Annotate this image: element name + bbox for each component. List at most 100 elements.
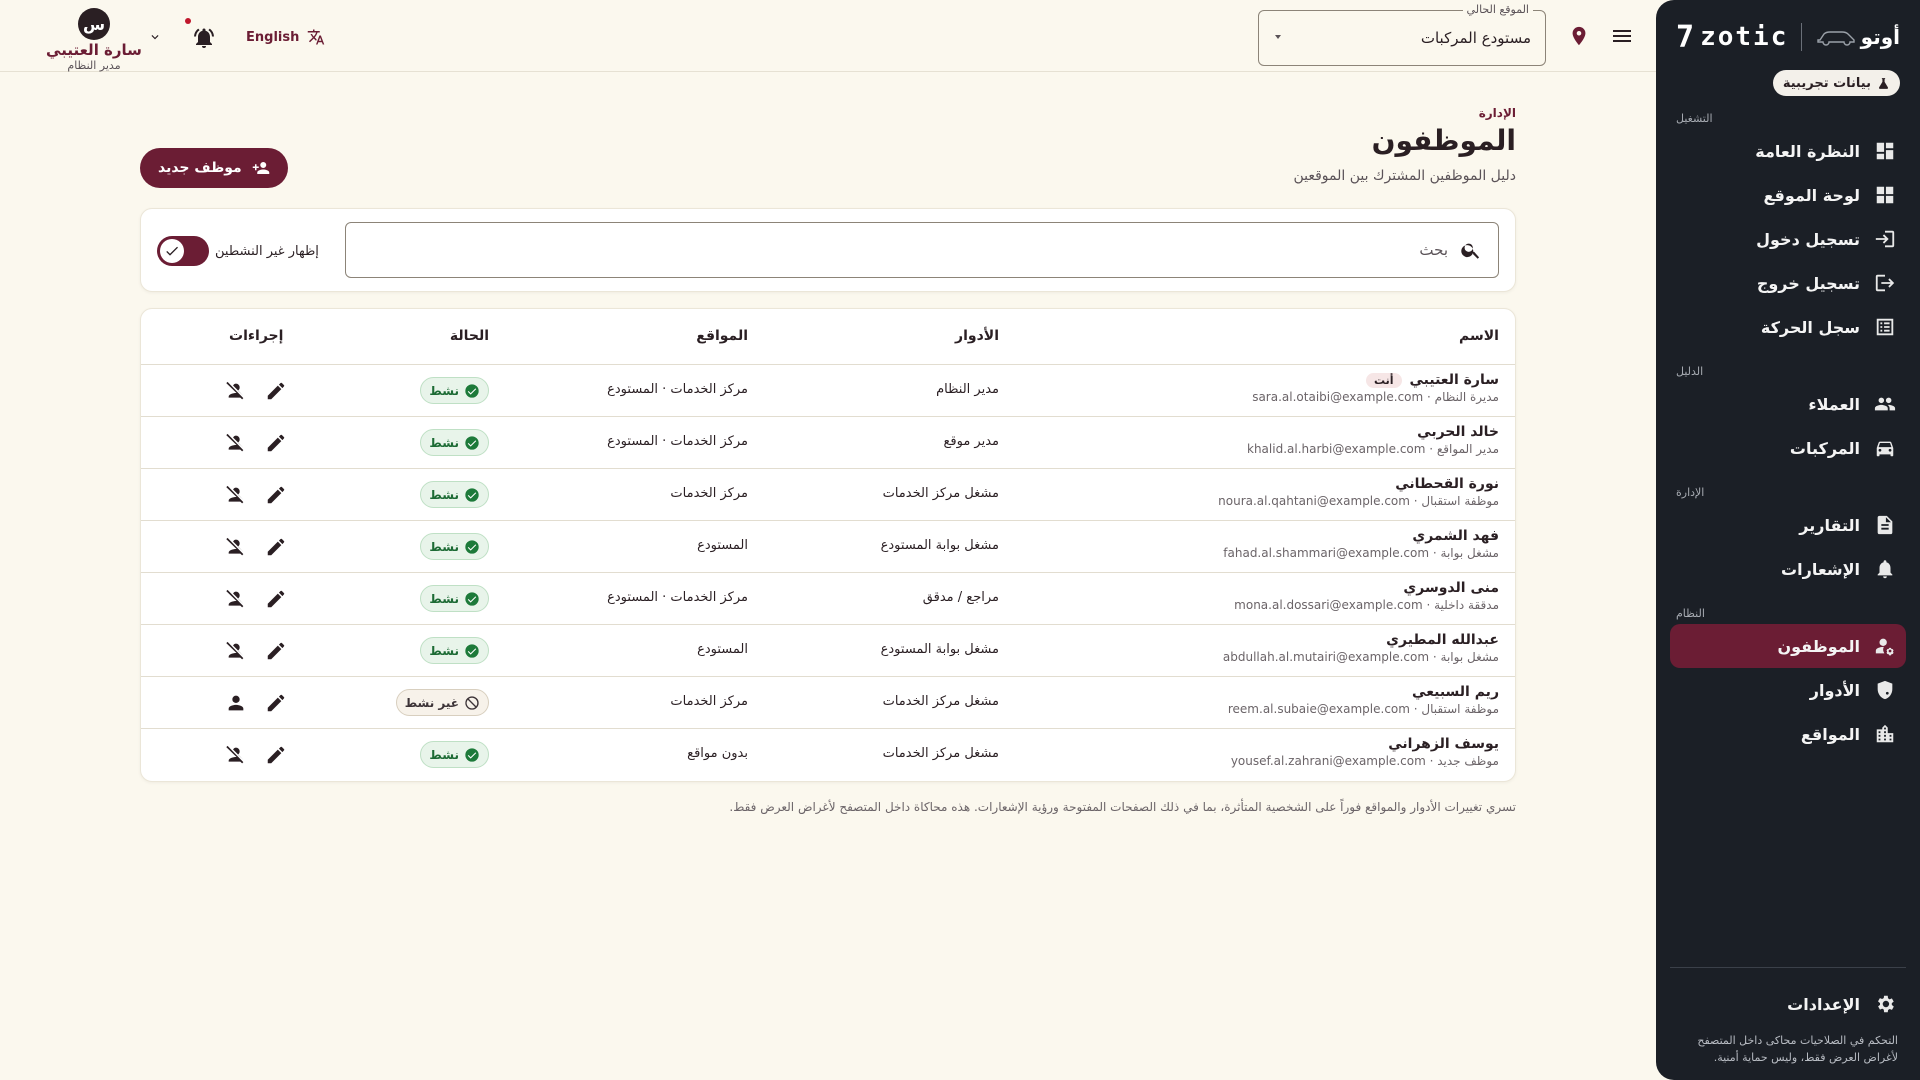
check-circle-icon: [465, 487, 479, 502]
car-icon: [1816, 31, 1855, 46]
employee-sites: مركز الخدمات · المستودع: [607, 382, 748, 397]
car-icon: [1876, 441, 1894, 457]
row-actions: [225, 432, 287, 454]
person-off-icon[interactable]: [225, 432, 247, 454]
employee-cell: نورة القحطاني موظفة استقبال · noura.al.qa…: [1218, 476, 1499, 508]
employee-sites: مركز الخدمات · المستودع: [607, 590, 748, 605]
employee-name: خالد الحربي: [1417, 424, 1499, 440]
employee-role: مدير موقع: [943, 434, 999, 449]
table-row: منى الدوسري مدققة داخلية · mona.al.dossar…: [141, 573, 1515, 625]
edit-icon[interactable]: [265, 692, 287, 714]
table-row: نورة القحطاني موظفة استقبال · noura.al.qa…: [141, 469, 1515, 521]
employee-cell: خالد الحربي مدير المواقع · khalid.al.harb…: [1247, 424, 1499, 456]
employee-role: مشغل بوابة المستودع: [880, 642, 999, 657]
sidebar-item-site-board[interactable]: لوحة الموقع: [1670, 173, 1906, 217]
table-row: فهد الشمري مشغل بوابة · fahad.al.shammari…: [141, 521, 1515, 573]
bell-icon[interactable]: [192, 26, 216, 50]
new-employee-button[interactable]: موظف جديد: [140, 148, 288, 188]
report-icon: [1877, 515, 1893, 535]
shield-icon: [1877, 680, 1893, 700]
status-label: نشط: [429, 591, 459, 606]
employee-cell: عبدالله المطيري مشغل بوابة · abdullah.al.…: [1223, 632, 1499, 664]
person-off-icon[interactable]: [225, 536, 247, 558]
sidebar-item-label: لوحة الموقع: [1763, 185, 1861, 205]
employee-title: مديرة النظام: [1434, 390, 1499, 404]
person-icon[interactable]: [225, 692, 247, 714]
edit-icon[interactable]: [265, 484, 287, 506]
employee-subtitle: موظفة استقبال · noura.al.qahtani@example…: [1218, 494, 1499, 508]
sidebar-item-settings[interactable]: الإعدادات: [1670, 982, 1906, 1026]
col-status[interactable]: الحالة: [450, 328, 489, 344]
employee-subtitle: موظف جديد · yousef.al.zahrani@example.co…: [1231, 754, 1499, 768]
search-input[interactable]: [448, 237, 1448, 263]
edit-icon[interactable]: [265, 380, 287, 402]
sidebar-item-overview[interactable]: النظرة العامة: [1670, 129, 1906, 173]
employee-title: مدققة داخلية: [1434, 598, 1499, 612]
employee-name: سارة العتيبي: [1409, 372, 1500, 388]
employees-table: الاسم الأدوار المواقع الحالة إجراءات سار…: [140, 308, 1516, 782]
col-roles[interactable]: الأدوار: [955, 328, 999, 344]
sidebar-item-movement-log[interactable]: سجل الحركة: [1670, 305, 1906, 349]
col-sites[interactable]: المواقع: [696, 328, 748, 344]
show-inactive-control[interactable]: إظهار غير النشطين: [157, 236, 319, 266]
show-inactive-toggle[interactable]: [157, 236, 209, 266]
status-label: غير نشط: [404, 695, 459, 710]
employee-name-line: سارة العتيبي أنت: [1252, 372, 1499, 388]
user-menu[interactable]: س سارة العتيبي مدير النظام: [44, 8, 144, 72]
sidebar-item-check-in[interactable]: تسجيل دخول: [1670, 217, 1906, 261]
menu-icon[interactable]: [1610, 24, 1634, 48]
employee-name-line: خالد الحربي: [1247, 424, 1499, 440]
sidebar-item-roles[interactable]: الأدوار: [1670, 668, 1906, 712]
employee-email: noura.al.qahtani@example.com: [1218, 494, 1410, 508]
sidebar-item-label: تسجيل دخول: [1756, 229, 1860, 249]
sidebar-item-label: تسجيل خروج: [1756, 273, 1860, 293]
user-role: مدير النظام: [67, 59, 121, 72]
sidebar-item-sites[interactable]: المواقع: [1670, 712, 1906, 756]
current-location-select[interactable]: الموقع الحالي مستودع المركبات: [1258, 3, 1546, 66]
language-button[interactable]: English: [246, 28, 325, 46]
sidebar-item-label: التقارير: [1799, 515, 1860, 535]
employee-sites: مركز الخدمات · المستودع: [607, 434, 748, 449]
person-off-icon[interactable]: [225, 640, 247, 662]
sidebar-item-vehicles[interactable]: المركبات: [1670, 426, 1906, 470]
sidebar-item-notifications[interactable]: الإشعارات: [1670, 547, 1906, 591]
sidebar-footer: الإعدادات التحكم في الصلاحيات محاكى داخل…: [1670, 967, 1906, 1066]
sidebar-item-label: الإشعارات: [1781, 559, 1860, 579]
employee-cell: منى الدوسري مدققة داخلية · mona.al.dossar…: [1234, 580, 1499, 612]
list-icon: [1876, 318, 1894, 336]
edit-icon[interactable]: [265, 744, 287, 766]
demo-data-badge[interactable]: بيانات تجريبية: [1772, 70, 1900, 96]
status-cell: نشط: [420, 481, 489, 508]
chevron-down-icon[interactable]: [148, 30, 162, 44]
employee-cell: يوسف الزهراني موظف جديد · yousef.al.zahra…: [1231, 736, 1499, 768]
employee-title: موظف جديد: [1437, 754, 1499, 768]
person-off-icon[interactable]: [225, 744, 247, 766]
search-field[interactable]: [345, 222, 1499, 278]
edit-icon[interactable]: [265, 640, 287, 662]
sidebar-item-check-out[interactable]: تسجيل خروج: [1670, 261, 1906, 305]
edit-icon[interactable]: [265, 432, 287, 454]
table-row: سارة العتيبي أنت مديرة النظام · sara.al.ot…: [141, 365, 1515, 417]
sidebar-item-customers[interactable]: العملاء: [1670, 382, 1906, 426]
sidebar-item-label: المواقع: [1800, 724, 1860, 744]
login-icon: [1875, 230, 1895, 248]
employee-cell: سارة العتيبي أنت مديرة النظام · sara.al.ot…: [1252, 372, 1499, 404]
status-badge: نشط: [420, 533, 489, 560]
status-label: نشط: [429, 643, 459, 658]
person-off-icon[interactable]: [225, 380, 247, 402]
edit-icon[interactable]: [265, 536, 287, 558]
edit-icon[interactable]: [265, 588, 287, 610]
person-off-icon[interactable]: [225, 588, 247, 610]
check-icon: [166, 246, 178, 256]
employee-title: مشغل بوابة: [1440, 546, 1499, 560]
table-row: ريم السبيعي موظفة استقبال · reem.al.subai…: [141, 677, 1515, 729]
sidebar-item-employees[interactable]: الموظفون: [1670, 624, 1906, 668]
sidebar-item-reports[interactable]: التقارير: [1670, 503, 1906, 547]
col-name[interactable]: الاسم: [1459, 328, 1499, 344]
row-actions: [225, 484, 287, 506]
row-actions: [225, 588, 287, 610]
dashboard-icon: [1876, 142, 1894, 160]
employee-email: abdullah.al.mutairi@example.com: [1222, 650, 1430, 664]
person-off-icon[interactable]: [225, 484, 247, 506]
demo-badge-label: بيانات تجريبية: [1782, 75, 1871, 91]
